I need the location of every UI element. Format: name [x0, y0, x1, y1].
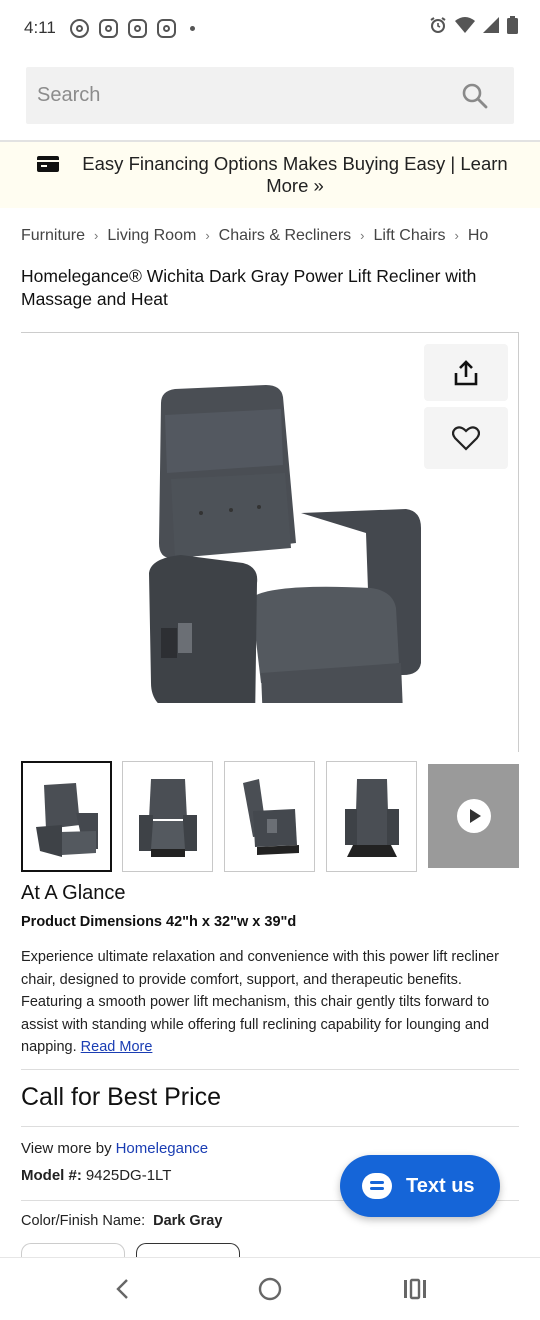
- back-icon: [116, 1279, 128, 1299]
- status-bar: 4:11: [0, 0, 540, 56]
- back-button[interactable]: [108, 1276, 138, 1302]
- share-button[interactable]: [424, 344, 508, 401]
- product-dimensions: Product Dimensions 42"h x 32"w x 39"d: [21, 914, 296, 930]
- instagram-icon: [156, 18, 176, 38]
- color-label: Color/Finish Name:: [21, 1213, 146, 1229]
- text-us-label: Text us: [406, 1174, 475, 1197]
- dimensions-label: Product Dimensions: [21, 914, 162, 930]
- thumbnail-3[interactable]: [224, 761, 315, 872]
- model-value: 9425DG-1LT: [85, 1167, 172, 1184]
- brand-link[interactable]: Homelegance: [116, 1140, 209, 1157]
- battery-icon: [507, 16, 518, 34]
- system-navigation-bar: [0, 1257, 540, 1320]
- threads-icon: [69, 18, 89, 38]
- chevron-right-icon: ›: [205, 228, 210, 243]
- status-system-icons: [429, 16, 518, 34]
- heart-icon: [452, 426, 480, 451]
- chair-side-image: [242, 778, 299, 855]
- thumbnail-video[interactable]: [428, 764, 519, 868]
- product-description: Experience ultimate relaxation and conve…: [21, 946, 501, 1059]
- signal-icon: [483, 17, 499, 33]
- at-a-glance-heading: At A Glance: [21, 882, 126, 904]
- favorite-button[interactable]: [424, 407, 508, 469]
- search-bar: [26, 67, 514, 124]
- text-us-button[interactable]: Text us: [340, 1155, 500, 1217]
- search-button[interactable]: [460, 81, 490, 111]
- search-input[interactable]: [26, 84, 426, 107]
- breadcrumb-furniture[interactable]: Furniture: [21, 227, 85, 244]
- product-title: Homelegance® Wichita Dark Gray Power Lif…: [21, 266, 477, 309]
- chair-front-angle-image: [35, 782, 98, 857]
- read-more-link[interactable]: Read More: [81, 1039, 153, 1055]
- gallery-thumbnails: [21, 761, 521, 873]
- product-gallery: [21, 332, 519, 752]
- wifi-icon: [455, 17, 475, 33]
- breadcrumb-homelegance[interactable]: Ho: [468, 227, 488, 244]
- color-value: Dark Gray: [153, 1213, 223, 1229]
- status-time: 4:11: [24, 18, 56, 37]
- model-number: Model #: 9425DG-1LT: [21, 1167, 171, 1184]
- financing-banner[interactable]: Easy Financing Options Makes Buying Easy…: [0, 142, 540, 208]
- divider: [21, 1126, 519, 1127]
- thumbnail-2[interactable]: [122, 761, 213, 872]
- chevron-right-icon: ›: [454, 228, 459, 243]
- breadcrumb: Furniture › Living Room › Chairs & Recliners…: [21, 227, 524, 249]
- price-text: Call for Best Price: [21, 1083, 222, 1111]
- product-main-image[interactable]: [131, 383, 421, 703]
- breadcrumb-lift-chairs[interactable]: Lift Chairs: [373, 227, 445, 244]
- instagram-icon: [127, 18, 147, 38]
- play-icon: [456, 799, 491, 833]
- model-label: Model #:: [21, 1167, 82, 1184]
- color-finish: Color/Finish Name: Dark Gray: [21, 1213, 222, 1229]
- chevron-right-icon: ›: [94, 228, 99, 243]
- credit-card-icon: [37, 156, 59, 172]
- home-icon: [258, 1277, 282, 1301]
- divider: [21, 1069, 519, 1070]
- financing-banner-text: Easy Financing Options Makes Buying Easy…: [82, 153, 508, 196]
- thumbnail-1[interactable]: [21, 761, 112, 872]
- home-button[interactable]: [255, 1276, 285, 1302]
- breadcrumb-living-room[interactable]: Living Room: [107, 227, 196, 244]
- breadcrumb-chairs-recliners[interactable]: Chairs & Recliners: [219, 227, 351, 244]
- chevron-right-icon: ›: [360, 228, 365, 243]
- chair-back-image: [344, 778, 399, 857]
- recents-icon: [404, 1278, 426, 1300]
- search-icon: [462, 83, 488, 109]
- view-more-by: View more by Homelegance: [21, 1140, 208, 1157]
- chat-bubble-icon: [362, 1173, 392, 1199]
- dimensions-value: 42"h x 32"w x 39"d: [166, 914, 297, 930]
- status-notification-icons: [69, 18, 195, 38]
- instagram-icon: [98, 18, 118, 38]
- recents-button[interactable]: [400, 1276, 430, 1302]
- chair-front-image: [138, 778, 197, 857]
- thumbnail-4[interactable]: [326, 761, 417, 872]
- share-icon: [454, 359, 478, 385]
- alarm-icon: [430, 17, 446, 33]
- notification-dot: [189, 25, 195, 31]
- view-more-label: View more by: [21, 1140, 112, 1157]
